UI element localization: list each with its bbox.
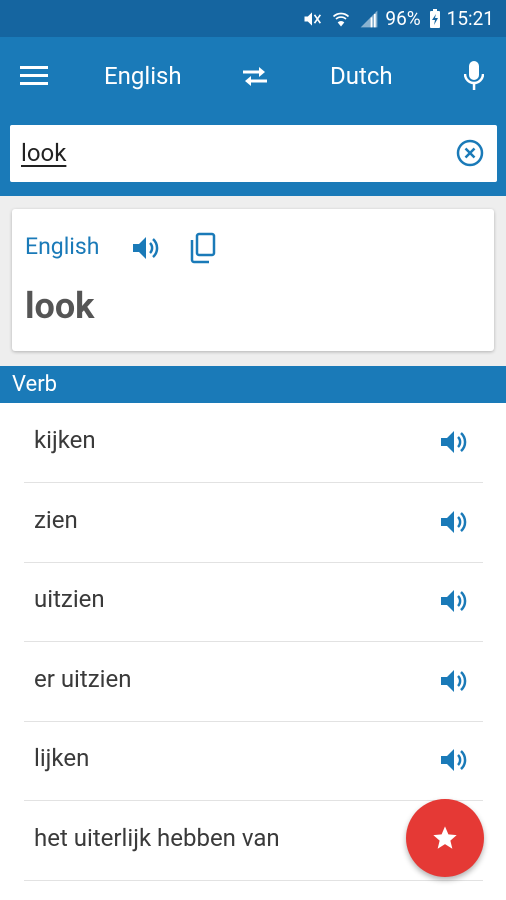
pronounce-translation-button[interactable] (438, 507, 470, 537)
pronounce-translation-button[interactable] (438, 666, 470, 696)
speaker-icon (133, 237, 159, 259)
voice-input-button[interactable] (460, 57, 488, 95)
mute-icon (301, 9, 323, 29)
translation-item[interactable]: kijken (24, 403, 483, 483)
card-language-label: English (25, 233, 100, 260)
translation-text: het uiterlijk hebben van (34, 824, 280, 852)
clear-search-button[interactable] (455, 138, 485, 168)
source-word: look (25, 285, 95, 327)
swap-languages-button[interactable] (238, 59, 272, 93)
pronounce-translation-button[interactable] (438, 586, 470, 616)
translation-item[interactable]: zien (24, 483, 483, 563)
status-bar: 96% 15:21 (0, 0, 506, 37)
copy-button[interactable] (186, 231, 218, 265)
copy-icon (190, 232, 216, 264)
microphone-icon (464, 61, 484, 90)
speaker-icon (441, 431, 467, 453)
pronounce-translation-button[interactable] (438, 745, 470, 775)
pronounce-translation-button[interactable] (438, 427, 470, 457)
app-bar: English Dutch (0, 37, 506, 115)
search-input[interactable]: look (21, 137, 66, 169)
speaker-icon (441, 511, 467, 533)
battery-percent: 96% (385, 7, 421, 30)
source-language-selector[interactable]: English (104, 59, 182, 93)
translation-text: lijken (34, 744, 90, 772)
swap-arrows-icon (243, 67, 267, 86)
speaker-icon (441, 749, 467, 771)
translation-item[interactable]: lijken (24, 721, 483, 801)
wifi-icon (331, 9, 351, 29)
speaker-icon (441, 670, 467, 692)
translation-text: zien (34, 506, 78, 534)
translation-text: uitzien (34, 585, 105, 613)
clock: 15:21 (446, 7, 494, 30)
pronounce-source-button[interactable] (130, 233, 162, 263)
search-box[interactable]: look (10, 125, 497, 182)
translation-item[interactable]: er uitzien (24, 642, 483, 722)
source-word-card: English look (12, 209, 494, 351)
battery-charging-icon (429, 8, 441, 29)
star-icon (433, 826, 457, 849)
translation-item[interactable]: uitzien (24, 562, 483, 642)
speaker-icon (441, 590, 467, 612)
signal-icon (359, 9, 379, 29)
clear-icon (456, 139, 484, 167)
hamburger-menu-icon (20, 66, 48, 85)
translation-text: er uitzien (34, 665, 132, 693)
part-of-speech-header: Verb (0, 366, 506, 403)
target-language-selector[interactable]: Dutch (330, 59, 393, 93)
favorite-button[interactable] (406, 799, 484, 877)
search-area: look (0, 115, 506, 196)
translation-text: kijken (34, 426, 96, 454)
menu-button[interactable] (18, 61, 50, 91)
